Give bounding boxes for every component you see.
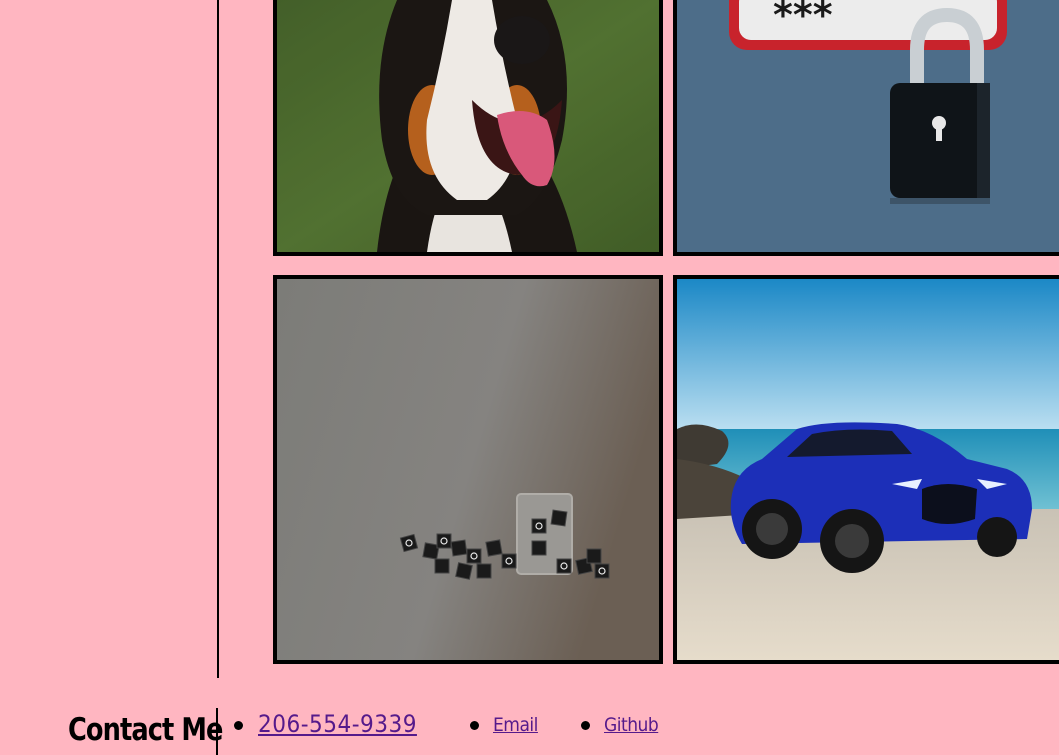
project-card-tictactoe[interactable] <box>273 275 663 664</box>
contact-title: Contact Me <box>68 712 223 748</box>
sidebar-divider <box>217 0 219 678</box>
contact-divider <box>216 708 218 755</box>
project-card-car[interactable] <box>673 275 1059 664</box>
svg-text:***: *** <box>773 0 833 37</box>
project-card-password[interactable]: *** <box>673 0 1059 256</box>
email-link[interactable]: Email <box>493 714 538 736</box>
bullet-icon <box>581 721 590 730</box>
portfolio-page: *** Contact Me 206-554-9339 Email Github <box>0 0 1059 755</box>
car-beach-image <box>677 279 1059 660</box>
github-link[interactable]: Github <box>604 714 659 736</box>
project-card-dog[interactable] <box>273 0 663 256</box>
bullet-icon <box>470 721 479 730</box>
bullet-icon <box>234 721 243 730</box>
phone-link[interactable]: 206-554-9339 <box>258 710 417 738</box>
tictactoe-dice-image <box>277 279 659 660</box>
dog-image <box>277 0 659 252</box>
password-lock-image: *** <box>677 0 1059 252</box>
